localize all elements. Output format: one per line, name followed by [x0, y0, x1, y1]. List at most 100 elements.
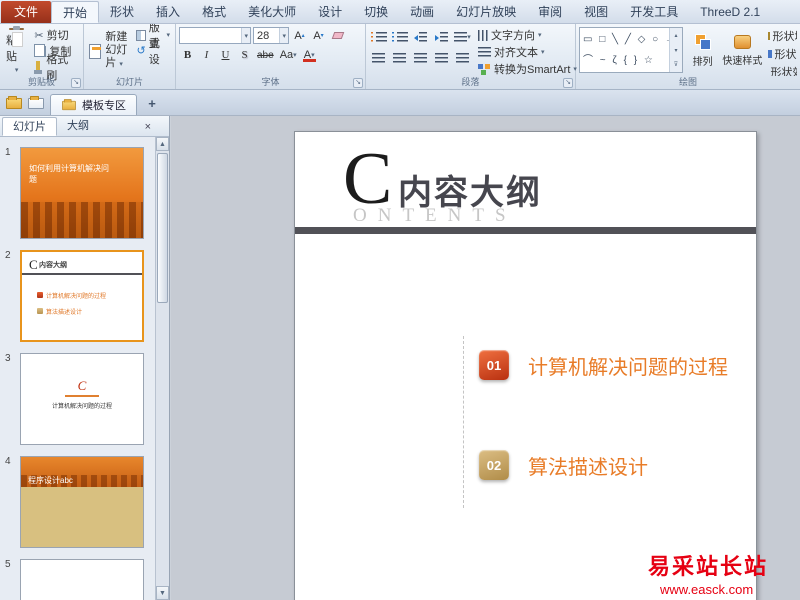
thumbnail-row-5: 5	[5, 559, 144, 600]
thumb1-title: 如何利用计算机解决问题	[29, 164, 109, 184]
tab-view[interactable]: 视图	[573, 1, 619, 23]
underline-button[interactable]: U	[217, 47, 234, 63]
panel-scrollbar[interactable]: ▲ ▼	[155, 137, 169, 600]
slide-thumbnail-1[interactable]: 如何利用计算机解决问题	[20, 147, 144, 239]
grow-font-button[interactable]: A ▴	[291, 28, 308, 44]
align-text-label: 对齐文本	[494, 47, 538, 60]
clipboard-dialog-launcher[interactable]: ↘	[71, 78, 81, 88]
thumb3-caption: 计算机解决问题的过程	[51, 404, 112, 410]
paragraph-dialog-launcher[interactable]: ↘	[563, 78, 573, 88]
text-shadow-button[interactable]: S	[236, 47, 253, 63]
folder-icon[interactable]	[6, 96, 22, 109]
shapes-scroll-down-icon[interactable]: ▾	[670, 42, 682, 58]
align-left-button[interactable]	[369, 50, 388, 66]
tab-format[interactable]: 格式	[191, 1, 237, 23]
slide-thumbnail-3[interactable]: C 计算机解决问题的过程	[20, 353, 144, 445]
thumbnail-row-3: 3 C 计算机解决问题的过程	[5, 353, 144, 445]
font-size-combobox[interactable]: 28 ▾	[253, 27, 289, 44]
reset-button[interactable]: ↺ 重设	[134, 38, 172, 66]
align-center-button[interactable]	[390, 50, 409, 66]
scroll-up-icon[interactable]: ▲	[156, 137, 169, 151]
font-dialog-launcher[interactable]: ↘	[353, 78, 363, 88]
tab-transitions[interactable]: 切换	[353, 1, 399, 23]
grow-font-arrow-icon: ▴	[301, 33, 305, 39]
quick-styles-button[interactable]: 快速样式	[722, 27, 762, 75]
reset-label: 重设	[148, 38, 160, 66]
shapes-scroll-up-icon[interactable]: ▴	[670, 28, 682, 43]
tab-review[interactable]: 审阅	[527, 1, 573, 23]
shapes-more-icon[interactable]: ⊽	[670, 57, 682, 73]
tab-insert[interactable]: 插入	[145, 1, 191, 23]
bold-button[interactable]: B	[179, 47, 196, 63]
format-painter-button[interactable]: 格式刷	[32, 54, 80, 82]
tab-animation[interactable]: 动画	[399, 1, 445, 23]
tab-beautify[interactable]: 美化大师	[237, 1, 307, 23]
panel-tab-slides[interactable]: 幻灯片	[2, 117, 57, 136]
document-tab-strip: 模板专区 +	[0, 90, 800, 116]
font-name-combobox[interactable]: ▾	[179, 27, 251, 44]
numbering-icon	[391, 31, 408, 43]
align-text-button[interactable]: 对齐文本 ▾	[476, 45, 579, 60]
font-color-button[interactable]: A ▾	[301, 47, 318, 63]
shapes-gallery[interactable]: ▭ □ ╲ ╱ ◇ ○ → ▽ ⌒ ~ ζ { } ☆ ▴ ▾ ⊽	[579, 27, 683, 73]
tab-home[interactable]: 开始	[51, 1, 100, 23]
panel-close-icon[interactable]: ×	[145, 122, 151, 133]
document-tab-template-zone[interactable]: 模板专区	[50, 94, 137, 115]
thumb2-big-letter: C	[29, 257, 38, 272]
template-tab-label: 模板专区	[82, 100, 126, 112]
arrange-button[interactable]: 排列	[686, 27, 719, 75]
change-case-button[interactable]: Aa ▾	[278, 47, 299, 63]
slide-thumbnail-5[interactable]	[20, 559, 144, 600]
shape-fill-button[interactable]: 形状填充	[766, 28, 797, 44]
shape-outline-button[interactable]: 形状轮廓	[766, 46, 797, 62]
paste-button[interactable]: 粘贴 ▾	[3, 26, 30, 75]
decrease-indent-icon	[414, 31, 427, 43]
scroll-down-icon[interactable]: ▼	[156, 586, 169, 600]
justify-button[interactable]	[432, 50, 451, 66]
tab-shapes[interactable]: 形状	[99, 1, 145, 23]
folder-open-icon[interactable]	[28, 96, 44, 109]
new-document-tab-button[interactable]: +	[143, 94, 161, 112]
convert-smartart-button[interactable]: 转换为SmartArt ▾	[476, 61, 579, 76]
tab-threed[interactable]: ThreeD 2.1	[689, 1, 771, 23]
slide-list-item-1[interactable]: 01 计算机解决问题的过程	[479, 350, 728, 380]
new-slide-button[interactable]: 新建 幻灯片 ▾	[87, 27, 131, 75]
tab-file[interactable]: 文件	[1, 1, 52, 23]
tab-slideshow[interactable]: 幻灯片放映	[445, 1, 527, 23]
italic-button[interactable]: I	[198, 47, 215, 63]
shape-fill-icon	[767, 32, 770, 40]
new-slide-dropdown-icon: ▾	[119, 61, 123, 68]
font-name-dropdown-icon: ▾	[241, 28, 250, 43]
text-direction-button[interactable]: 文字方向 ▾	[476, 28, 579, 43]
slide-thumbnail-4[interactable]: 程序设计abc	[20, 456, 144, 548]
shrink-font-button[interactable]: A ▾	[310, 28, 327, 44]
line-spacing-button[interactable]: ▾	[453, 29, 472, 45]
smartart-label: 转换为SmartArt	[494, 63, 571, 76]
slide-subtitle[interactable]: ONTENTS	[353, 205, 517, 227]
slide-canvas[interactable]: C 内容大纲 ONTENTS 01 计算机解决问题的过程 02 算法描述设计	[294, 131, 757, 600]
clear-formatting-button[interactable]	[329, 28, 346, 44]
bullets-button[interactable]	[369, 29, 388, 45]
shrink-font-arrow-icon: ▾	[320, 33, 324, 39]
template-tab-folder-icon	[62, 98, 76, 110]
distribute-button[interactable]	[453, 50, 472, 66]
panel-tab-outline[interactable]: 大纲	[57, 117, 99, 136]
scrollbar-thumb[interactable]	[157, 153, 168, 303]
slide-list-item-2[interactable]: 02 算法描述设计	[479, 450, 648, 480]
tab-design[interactable]: 设计	[307, 1, 353, 23]
text-direction-icon	[478, 29, 488, 41]
slide-thumbnail-2-selected[interactable]: C 内容大纲 计算机解决问题的过程 算法描述设计	[20, 250, 144, 342]
text-direction-dropdown-icon: ▾	[538, 32, 542, 40]
strikethrough-button[interactable]: abe	[255, 47, 276, 63]
increase-indent-button[interactable]	[432, 29, 451, 45]
watermark-url: www.easck.com	[660, 582, 754, 597]
cut-button[interactable]: ✂ 剪切	[32, 27, 80, 43]
align-right-button[interactable]	[411, 50, 430, 66]
decrease-indent-button[interactable]	[411, 29, 430, 45]
numbering-button[interactable]	[390, 29, 409, 45]
font-size-value: 28	[257, 29, 270, 42]
distribute-icon	[456, 52, 469, 64]
thumb1-city-graphic	[21, 202, 143, 238]
tab-developer[interactable]: 开发工具	[619, 1, 689, 23]
slide-number: 4	[5, 456, 11, 467]
